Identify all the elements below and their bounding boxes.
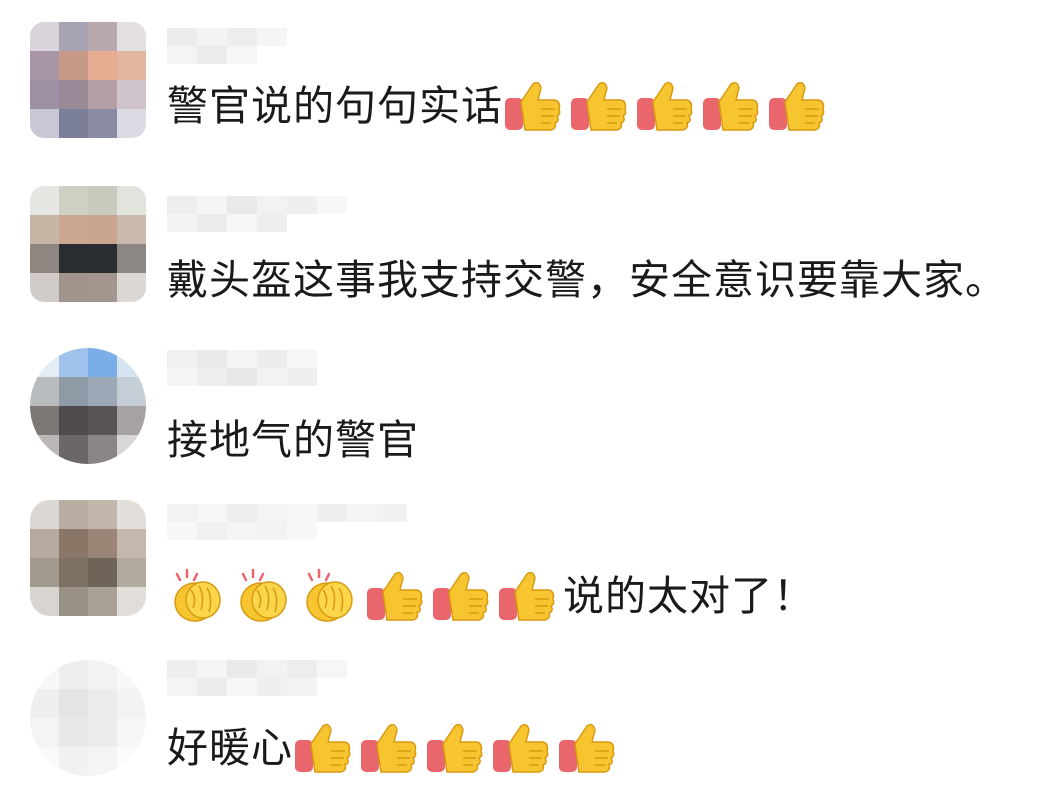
comment-text: 说的太对了！ [563, 572, 815, 620]
thumbs-up-icon [497, 568, 557, 624]
clapping-hands-icon [299, 568, 359, 624]
thumbs-up-icon [431, 568, 491, 624]
thumbs-up-icon [365, 568, 425, 624]
thumbs-up-icon [503, 78, 563, 134]
comment-content: 好暖心 [167, 718, 623, 778]
username-blurred[interactable] [167, 196, 347, 232]
comment-content: 警官说的句句实话 [167, 76, 833, 136]
clapping-hands-icon [233, 568, 293, 624]
avatar[interactable] [30, 500, 146, 616]
thumbs-up-icon [557, 720, 617, 776]
avatar[interactable] [30, 186, 146, 302]
thumbs-up-icon [767, 78, 827, 134]
thumbs-up-icon [701, 78, 761, 134]
comment-content: 接地气的警官 [167, 410, 419, 470]
comment-text: 警官说的句句实话 [167, 82, 503, 130]
avatar[interactable] [30, 348, 146, 464]
clapping-hands-icon [167, 568, 227, 624]
avatar[interactable] [30, 22, 146, 138]
username-blurred[interactable] [167, 28, 287, 64]
avatar[interactable] [30, 660, 146, 776]
comment-content: 戴头盔这事我支持交警，安全意识要靠大家。 [167, 250, 1007, 310]
thumbs-up-icon [293, 720, 353, 776]
username-blurred[interactable] [167, 504, 407, 540]
thumbs-up-icon [491, 720, 551, 776]
comment-text: 接地气的警官 [167, 416, 419, 464]
username-blurred[interactable] [167, 350, 327, 386]
thumbs-up-icon [569, 78, 629, 134]
username-blurred[interactable] [167, 660, 347, 696]
thumbs-up-icon [635, 78, 695, 134]
comment-text: 戴头盔这事我支持交警，安全意识要靠大家。 [167, 256, 1007, 304]
comment-text: 好暖心 [167, 724, 293, 772]
comment-content: 说的太对了！ [167, 566, 815, 626]
thumbs-up-icon [359, 720, 419, 776]
comment-list: 警官说的句句实话 戴头盔这事我支持交警，安全意识要靠大家。 接地气的警官 说的太… [0, 0, 1063, 791]
thumbs-up-icon [425, 720, 485, 776]
